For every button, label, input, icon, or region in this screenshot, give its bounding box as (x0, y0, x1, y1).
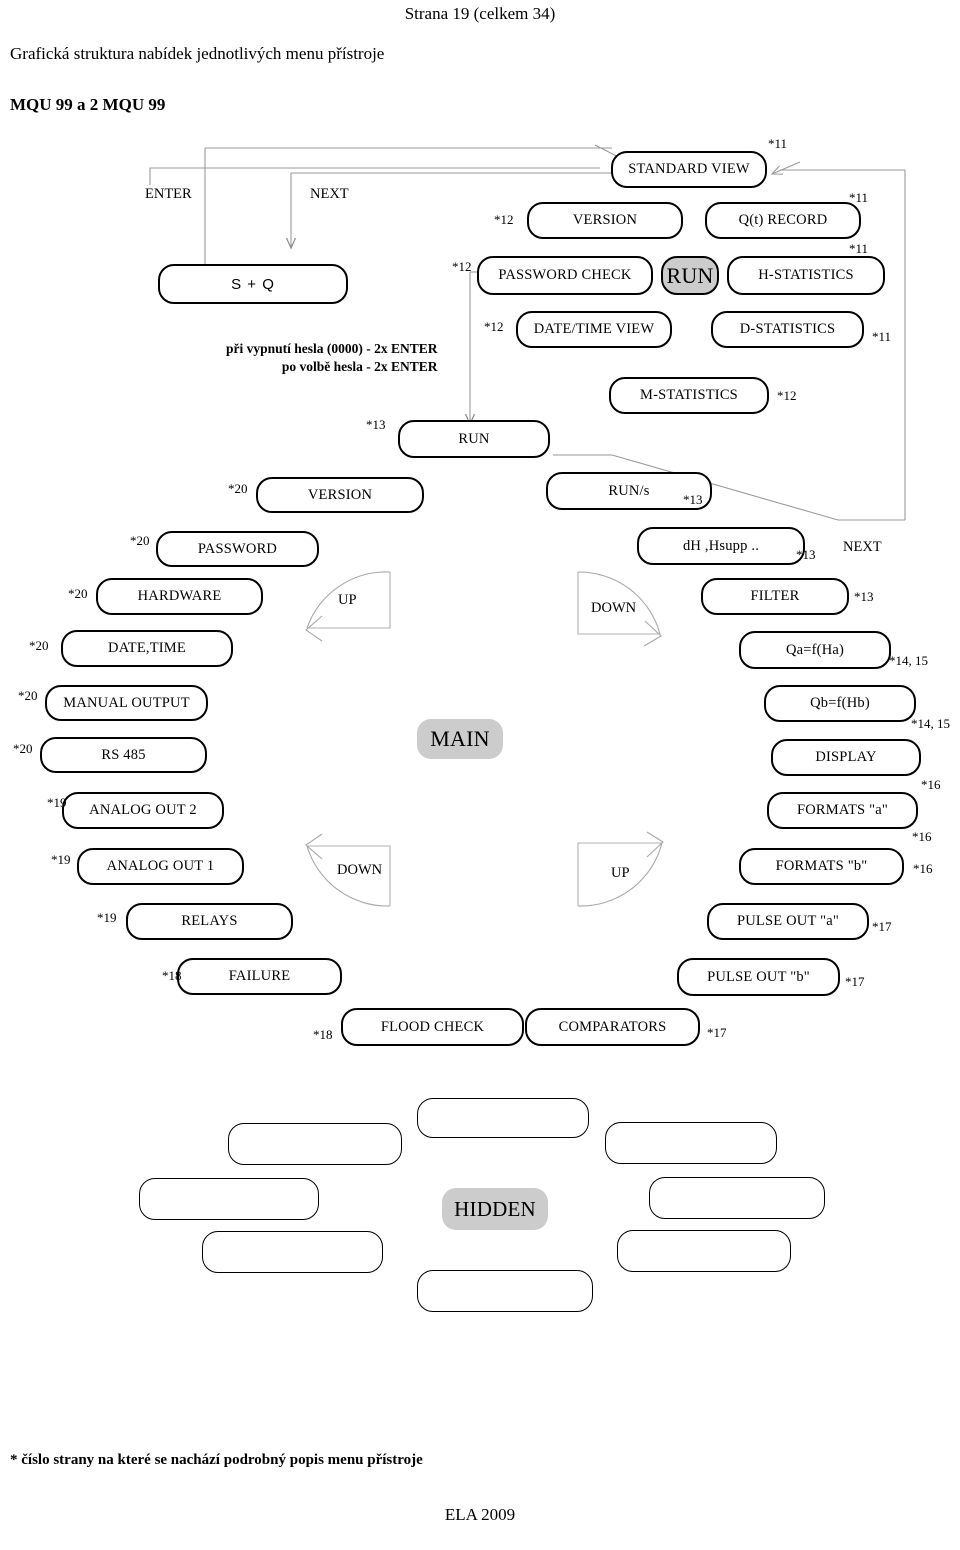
page-ref: *18 (162, 968, 182, 983)
node-comparators[interactable]: COMPARATORS (525, 1008, 700, 1046)
page-ref: *11 (872, 329, 892, 344)
page-ref: *17 (845, 974, 865, 989)
page-ref: *11 (849, 241, 869, 256)
hidden-center-node[interactable]: HIDDEN (442, 1188, 548, 1230)
node-h-statistics[interactable]: H-STATISTICS (727, 256, 885, 295)
node-manual-output[interactable]: MANUAL OUTPUT (45, 685, 208, 721)
node-hidden-box-4[interactable] (139, 1178, 319, 1220)
node-hidden-box-8[interactable] (417, 1270, 593, 1312)
page-ref: *13 (854, 589, 874, 604)
node-date-time[interactable]: DATE,TIME (61, 630, 233, 667)
page-ref: *20 (68, 586, 88, 601)
page-ref: *17 (707, 1025, 727, 1040)
arrow-down-right-label: DOWN (591, 600, 637, 616)
page-ref: *13 (683, 492, 703, 507)
page-ref: *12 (484, 319, 504, 334)
node-filter[interactable]: FILTER (701, 578, 849, 615)
node-display[interactable]: DISPLAY (771, 739, 921, 776)
node-pulse-out-b[interactable]: PULSE OUT "b" (677, 958, 840, 996)
page-ref: *12 (452, 259, 472, 274)
node-version-top[interactable]: VERSION (527, 202, 683, 239)
node-hardware[interactable]: HARDWARE (96, 578, 263, 615)
node-analog-out-2[interactable]: ANALOG OUT 2 (62, 792, 224, 829)
flow-label-next: NEXT (310, 186, 349, 202)
node-analog-out-1[interactable]: ANALOG OUT 1 (77, 848, 244, 885)
node-dh-hsupp[interactable]: dH ,Hsupp .. (637, 527, 805, 565)
page-ref: *19 (47, 795, 67, 810)
page-ref: *12 (777, 388, 797, 403)
node-rs-485[interactable]: RS 485 (40, 737, 207, 773)
document-page: Strana 19 (celkem 34) Grafická struktura… (0, 0, 960, 1550)
node-d-statistics[interactable]: D-STATISTICS (711, 311, 864, 348)
node-hidden-box-6[interactable] (202, 1231, 383, 1273)
flow-label-enter: ENTER (145, 186, 192, 202)
node-hidden-box-1[interactable] (417, 1098, 589, 1138)
page-ref: *16 (921, 777, 941, 792)
node-version[interactable]: VERSION (256, 477, 424, 513)
page-ref: *20 (130, 533, 150, 548)
ring-next-label: NEXT (843, 539, 882, 555)
node-standard-view[interactable]: STANDARD VIEW (611, 151, 767, 188)
node-password-check[interactable]: PASSWORD CHECK (477, 256, 653, 295)
node-qa-f-ha[interactable]: Qa=f(Ha) (739, 631, 891, 669)
password-note-line1: při vypnutí hesla (0000) - 2x ENTER (226, 341, 438, 356)
node-formats-b[interactable]: FORMATS "b" (739, 848, 904, 885)
node-hidden-box-7[interactable] (617, 1230, 791, 1272)
page-ref: *18 (313, 1027, 333, 1042)
node-run-top[interactable]: RUN (661, 256, 719, 295)
node-datetime-view[interactable]: DATE/TIME VIEW (516, 311, 672, 348)
page-ref: *17 (872, 919, 892, 934)
arrow-down-left-label: DOWN (337, 862, 383, 878)
page-ref: *20 (18, 688, 38, 703)
password-note: při vypnutí hesla (0000) - 2x ENTER po v… (226, 340, 438, 376)
page-ref: *14, 15 (889, 653, 928, 668)
page-ref: *13 (796, 547, 816, 562)
page-ref: *20 (13, 741, 33, 756)
page-ref: *16 (912, 829, 932, 844)
node-run-mid[interactable]: RUN (398, 420, 550, 458)
node-s-plus-q[interactable]: S + Q (158, 264, 348, 304)
page-ref: *11 (768, 136, 788, 151)
node-hidden-box-5[interactable] (649, 1177, 825, 1219)
page-ref: *20 (29, 638, 49, 653)
node-qb-f-hb[interactable]: Qb=f(Hb) (764, 685, 916, 722)
node-password[interactable]: PASSWORD (156, 531, 319, 567)
page-ref: *20 (228, 481, 248, 496)
node-m-statistics[interactable]: M-STATISTICS (609, 377, 769, 414)
node-qt-record[interactable]: Q(t) RECORD (705, 202, 861, 239)
page-ref: *16 (913, 861, 933, 876)
page-ref: *19 (51, 852, 71, 867)
node-hidden-box-2[interactable] (228, 1123, 402, 1165)
footnote: * číslo strany na které se nachází podro… (10, 1452, 423, 1468)
page-ref: *13 (366, 417, 386, 432)
node-pulse-out-a[interactable]: PULSE OUT "a" (707, 903, 869, 940)
page-ref: *11 (849, 190, 869, 205)
node-hidden-box-3[interactable] (605, 1122, 777, 1164)
page-ref: *19 (97, 910, 117, 925)
node-formats-a[interactable]: FORMATS "a" (767, 792, 918, 829)
password-note-line2: po volbě hesla - 2x ENTER (281, 359, 438, 375)
page-ref: *12 (494, 212, 514, 227)
main-center-node[interactable]: MAIN (417, 719, 503, 759)
node-failure[interactable]: FAILURE (177, 958, 342, 995)
arrow-up-left-label: UP (338, 592, 357, 608)
credit: ELA 2009 (444, 1505, 516, 1524)
page-ref: *14, 15 (911, 716, 950, 731)
arrow-up-right-label: UP (611, 865, 630, 881)
node-relays[interactable]: RELAYS (126, 903, 293, 940)
node-flood-check[interactable]: FLOOD CHECK (341, 1008, 524, 1046)
